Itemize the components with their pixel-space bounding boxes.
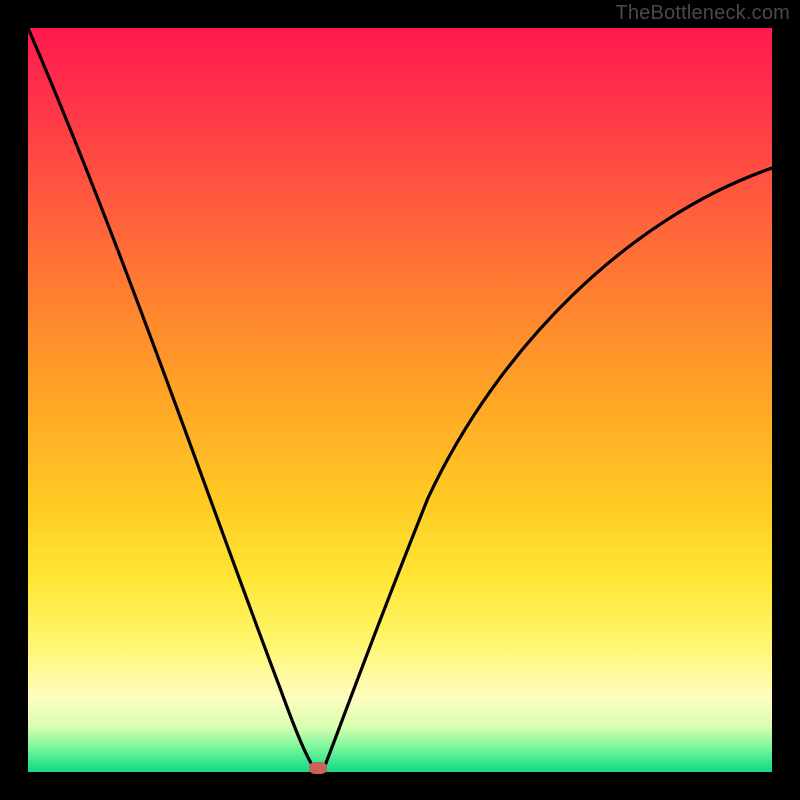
curve-path: [28, 28, 772, 768]
chart-frame: TheBottleneck.com: [0, 0, 800, 800]
optimum-marker: [309, 762, 327, 774]
bottleneck-curve: [28, 28, 772, 772]
plot-area: [28, 28, 772, 772]
watermark-text: TheBottleneck.com: [615, 2, 790, 25]
